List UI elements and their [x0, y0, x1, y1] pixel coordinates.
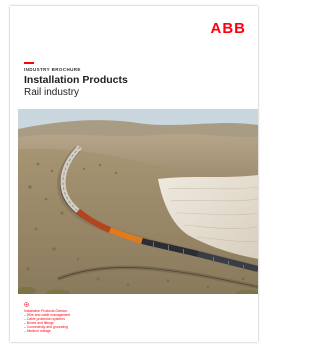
- train-landscape-illustration: [18, 109, 258, 294]
- page-subtitle: Rail industry: [24, 87, 80, 98]
- abb-logo: ABB: [210, 20, 246, 37]
- eyebrow-label: INDUSTRY BROCHURE: [24, 67, 81, 72]
- freight-train-photo: [18, 109, 258, 294]
- brochure-cover: ABB INDUSTRY BROCHURE Installation Produ…: [10, 6, 258, 342]
- page-title: Installation Products: [24, 74, 128, 86]
- circle-plus-icon: [24, 302, 29, 307]
- accent-line: [24, 62, 34, 64]
- division-list-item: – Medium voltage: [24, 329, 51, 334]
- division-list: Installation Products Division – Wire an…: [24, 309, 70, 334]
